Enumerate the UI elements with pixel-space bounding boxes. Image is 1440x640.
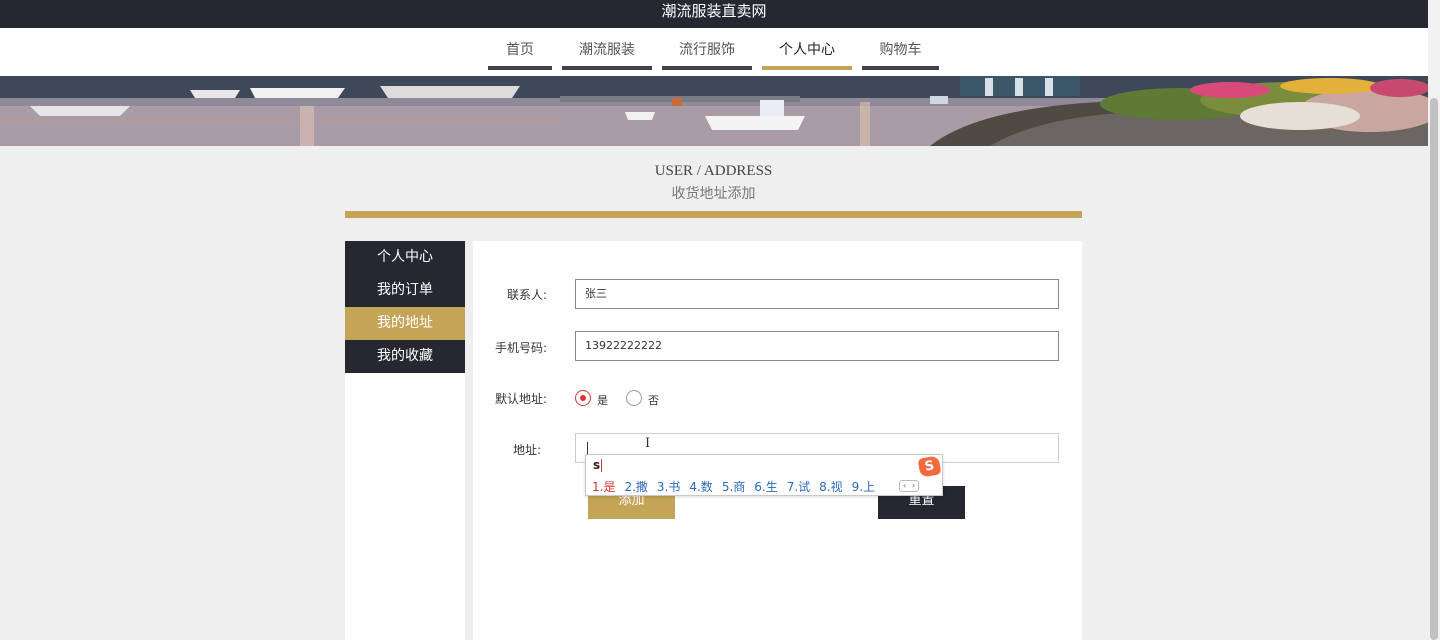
scrollbar-thumb[interactable]	[1430, 98, 1438, 640]
default-yes-radio[interactable]	[575, 390, 591, 406]
nav-home[interactable]: 首页	[488, 28, 552, 70]
site-title: 潮流服装直卖网	[661, 2, 767, 20]
ime-candidate-list: 1.是 2.撒 3.书 4.数 5.商 6.生 7.试 8.视 9.上	[592, 478, 875, 495]
main-nav: 首页 潮流服装 流行服饰 个人中心 购物车	[0, 28, 1428, 76]
contact-input[interactable]: 张三	[575, 279, 1059, 309]
ime-candidate[interactable]: 7.试	[787, 478, 810, 495]
nav-popular-apparel[interactable]: 流行服饰	[662, 28, 752, 70]
side-item-my-orders[interactable]: 我的订单	[345, 274, 465, 307]
harbor-scene-graphic	[0, 76, 1428, 146]
contact-label: 联系人:	[506, 288, 547, 302]
ime-candidate[interactable]: 4.数	[689, 478, 712, 495]
section-heading-en: USER / ADDRESS	[654, 163, 773, 179]
ime-candidate[interactable]: 2.撒	[624, 478, 647, 495]
harbor-banner-image	[0, 76, 1428, 146]
user-side-menu: 个人中心 我的订单 我的地址 我的收藏	[345, 241, 465, 640]
ibeam-cursor-icon: I	[645, 436, 651, 451]
ime-candidate[interactable]: 3.书	[657, 478, 680, 495]
address-label: 地址:	[512, 443, 541, 457]
nav-trendy-clothing[interactable]: 潮流服装	[562, 28, 652, 70]
phone-label: 手机号码:	[494, 341, 547, 355]
side-item-my-favorites[interactable]: 我的收藏	[345, 340, 465, 373]
default-no-label: 否	[648, 394, 659, 407]
nav-user-center[interactable]: 个人中心	[762, 28, 852, 70]
ime-composition-text: s	[593, 458, 601, 472]
default-address-label: 默认地址:	[494, 392, 547, 406]
ime-prev-page-icon[interactable]: ‹	[900, 481, 909, 491]
ime-candidate[interactable]: 8.视	[819, 478, 842, 495]
ime-next-page-icon[interactable]: ›	[909, 481, 918, 491]
section-heading-cn: 收货地址添加	[671, 186, 756, 202]
heading-divider	[345, 211, 1082, 218]
side-item-my-address[interactable]: 我的地址	[345, 307, 465, 340]
side-item-user-center[interactable]: 个人中心	[345, 241, 465, 274]
default-yes-label: 是	[597, 394, 608, 407]
nav-cart[interactable]: 购物车	[862, 28, 939, 70]
ime-candidate[interactable]: 6.生	[754, 478, 777, 495]
ime-pager: ‹ ›	[899, 480, 919, 492]
ime-candidate[interactable]: 9.上	[852, 478, 875, 495]
ime-candidate-popup: s S 1.是 2.撒 3.书 4.数 5.商 6.生 7.试 8.视 9.上 …	[585, 454, 943, 496]
default-no-radio[interactable]	[626, 390, 642, 406]
ime-caret	[601, 459, 602, 472]
site-header: 潮流服装直卖网	[0, 0, 1428, 28]
phone-input[interactable]: 13922222222	[575, 331, 1059, 361]
ime-candidate[interactable]: 1.是	[592, 478, 615, 495]
page-scrollbar[interactable]	[1428, 0, 1440, 640]
ime-candidate[interactable]: 5.商	[722, 478, 745, 495]
sogou-ime-logo-icon[interactable]: S	[917, 455, 942, 478]
